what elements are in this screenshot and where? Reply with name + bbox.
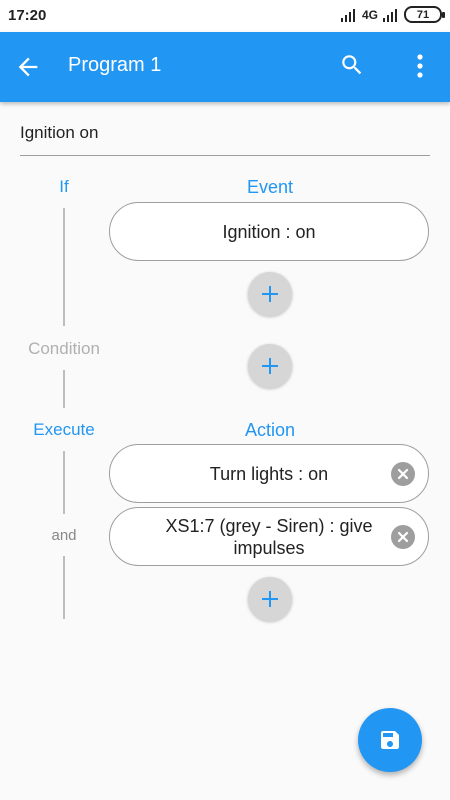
- execute-label: Execute: [33, 420, 95, 439]
- action-text: XS1:7 (grey - Siren) : give impulses: [165, 515, 373, 558]
- add-condition-button[interactable]: [248, 344, 292, 388]
- event-pill[interactable]: Ignition : on: [109, 202, 429, 261]
- plus-icon: [262, 591, 278, 607]
- app-bar: Program 1: [0, 32, 450, 102]
- execute-connector-line: [63, 451, 65, 514]
- program-name-field[interactable]: Ignition on: [20, 120, 430, 156]
- status-time: 17:20: [8, 7, 47, 24]
- action-pill[interactable]: Turn lights : on: [109, 444, 429, 503]
- remove-action-button[interactable]: [391, 461, 415, 486]
- status-bar: 17:20 4G 71: [0, 0, 450, 32]
- plus-icon: [262, 286, 278, 302]
- signal-icon: [383, 8, 397, 22]
- execute-connector-line: [63, 556, 65, 619]
- add-event-button[interactable]: [248, 272, 292, 316]
- condition-label: Condition: [28, 339, 100, 358]
- battery-icon: 71: [404, 6, 445, 23]
- action-text: Turn lights : on: [209, 463, 329, 484]
- more-vert-icon[interactable]: [408, 52, 432, 80]
- plus-icon: [262, 358, 278, 374]
- action-pill[interactable]: XS1:7 (grey - Siren) : give impulses: [109, 507, 429, 566]
- if-label: If: [59, 177, 69, 196]
- event-header: Event: [246, 177, 294, 197]
- network-type: 4G: [361, 7, 378, 22]
- signal-icon: [340, 8, 355, 22]
- condition-connector-line: [63, 370, 65, 408]
- save-icon: [381, 731, 399, 749]
- remove-action-button[interactable]: [391, 524, 415, 549]
- search-icon[interactable]: [339, 52, 365, 78]
- arrow-back-icon[interactable]: [14, 53, 42, 81]
- add-action-button[interactable]: [248, 577, 292, 621]
- clear-icon: [397, 468, 409, 479]
- action-header: Action: [244, 420, 296, 440]
- battery-level: 71: [416, 8, 430, 21]
- event-text: Ignition : on: [222, 221, 316, 242]
- status-icons: 4G 71: [340, 6, 445, 23]
- if-connector-line: [63, 208, 65, 326]
- and-label: and: [51, 527, 77, 544]
- page-title: Program 1: [68, 54, 162, 76]
- save-button[interactable]: [358, 708, 422, 772]
- clear-icon: [397, 531, 409, 542]
